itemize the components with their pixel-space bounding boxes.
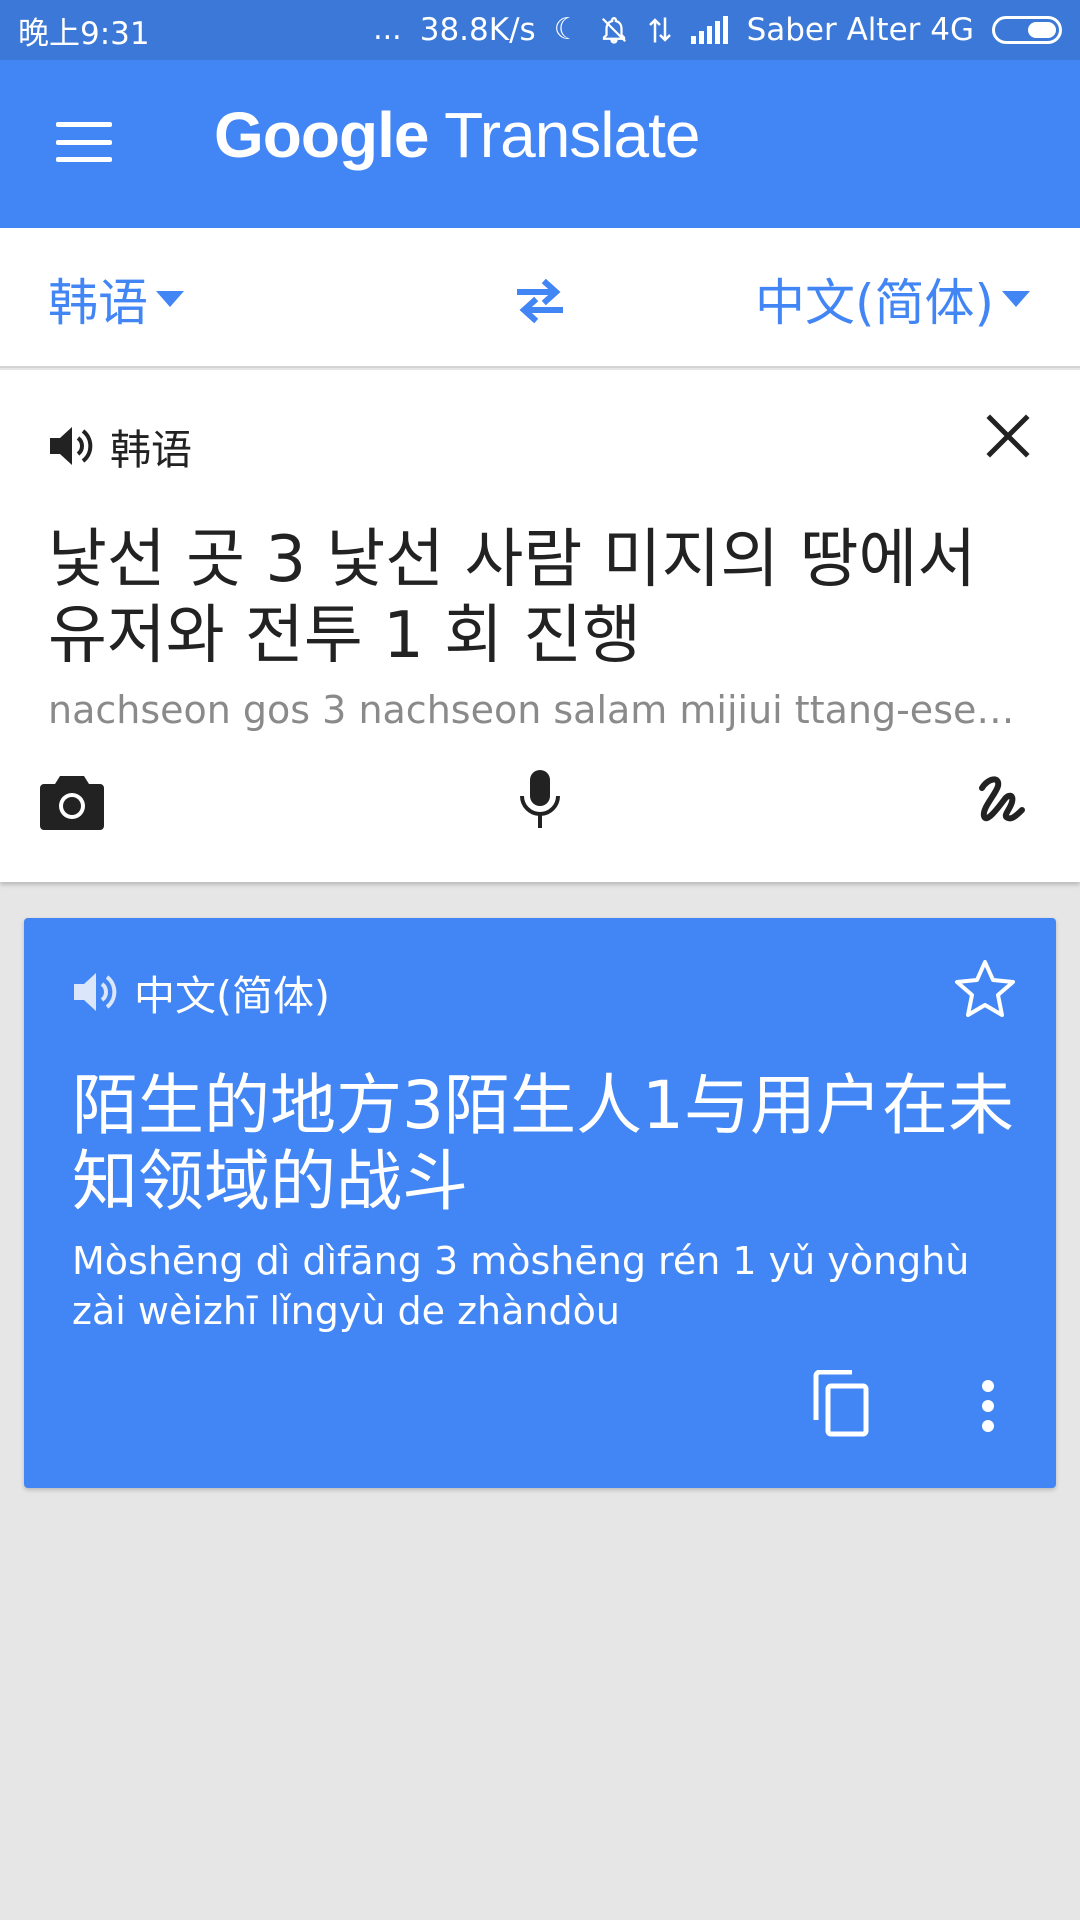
status-time: 晚上9:31 — [18, 15, 150, 52]
result-language-header: 中文(简体) — [72, 962, 330, 1022]
app-title: Google Translate — [214, 98, 700, 172]
camera-icon[interactable] — [40, 772, 104, 830]
speaker-icon[interactable] — [72, 970, 120, 1014]
input-language-label: 韩语 — [110, 426, 192, 474]
language-bar: 韩语 中文(简体) — [0, 228, 1080, 368]
menu-button[interactable] — [56, 122, 112, 162]
menu-icon-line — [56, 139, 112, 145]
status-speed: 38.8K/s — [419, 12, 536, 48]
input-card: 韩语 낯선 곳 3 낯선 사람 미지의 땅에서 유저와 전투 1 회 진행 na… — [0, 370, 1080, 882]
swap-languages-icon[interactable] — [510, 270, 570, 330]
battery-icon — [992, 16, 1062, 44]
copy-icon[interactable] — [810, 1370, 870, 1438]
status-carrier: Saber Alter 4G — [746, 12, 974, 48]
menu-icon-line — [56, 157, 112, 162]
close-icon[interactable] — [984, 412, 1032, 460]
target-language-selector[interactable]: 中文(简体) — [755, 264, 1030, 334]
source-language-selector[interactable]: 韩语 — [48, 264, 184, 334]
translated-text: 陌生的地方3陌生人1与用户在未知领域的战斗 — [72, 1067, 1014, 1220]
app-title-google: Google — [214, 99, 429, 171]
more-vert-icon[interactable] — [976, 1378, 1000, 1434]
status-dots: ... — [373, 12, 402, 47]
caret-down-icon — [1002, 291, 1030, 307]
app-title-translate: Translate — [444, 99, 700, 171]
caret-down-icon — [156, 291, 184, 307]
status-right: ... 38.8K/s ☾ Saber Alter 4G — [373, 12, 1062, 48]
moon-icon: ☾ — [553, 12, 581, 47]
result-language-label: 中文(简体) — [134, 972, 330, 1020]
speaker-icon[interactable] — [48, 424, 96, 468]
signal-icon — [690, 16, 728, 44]
microphone-icon[interactable] — [516, 768, 564, 830]
target-language-label: 中文(简体) — [754, 274, 994, 332]
source-text-input[interactable]: 낯선 곳 3 낯선 사람 미지의 땅에서 유저와 전투 1 회 진행 — [48, 522, 1038, 674]
status-bar: 晚上9:31 ... 38.8K/s ☾ Saber Alter 4G — [0, 0, 1080, 60]
bell-off-icon — [601, 17, 626, 44]
source-romanization: nachseon gos 3 nachseon salam mijiui tta… — [48, 688, 1028, 732]
data-arrows-icon — [648, 17, 671, 43]
star-icon[interactable] — [954, 958, 1016, 1018]
translation-result-card[interactable]: 中文(简体) 陌生的地方3陌生人1与用户在未知领域的战斗 Mòshēng dì … — [24, 918, 1056, 1488]
menu-icon-line — [56, 122, 112, 127]
input-language-header: 韩语 — [48, 416, 192, 476]
source-language-label: 韩语 — [48, 274, 148, 332]
app-bar: Google Translate — [0, 60, 1080, 228]
handwriting-icon[interactable] — [976, 770, 1036, 826]
translated-pinyin: Mòshēng dì dìfāng 3 mòshēng rén 1 yǔ yòn… — [72, 1239, 970, 1333]
